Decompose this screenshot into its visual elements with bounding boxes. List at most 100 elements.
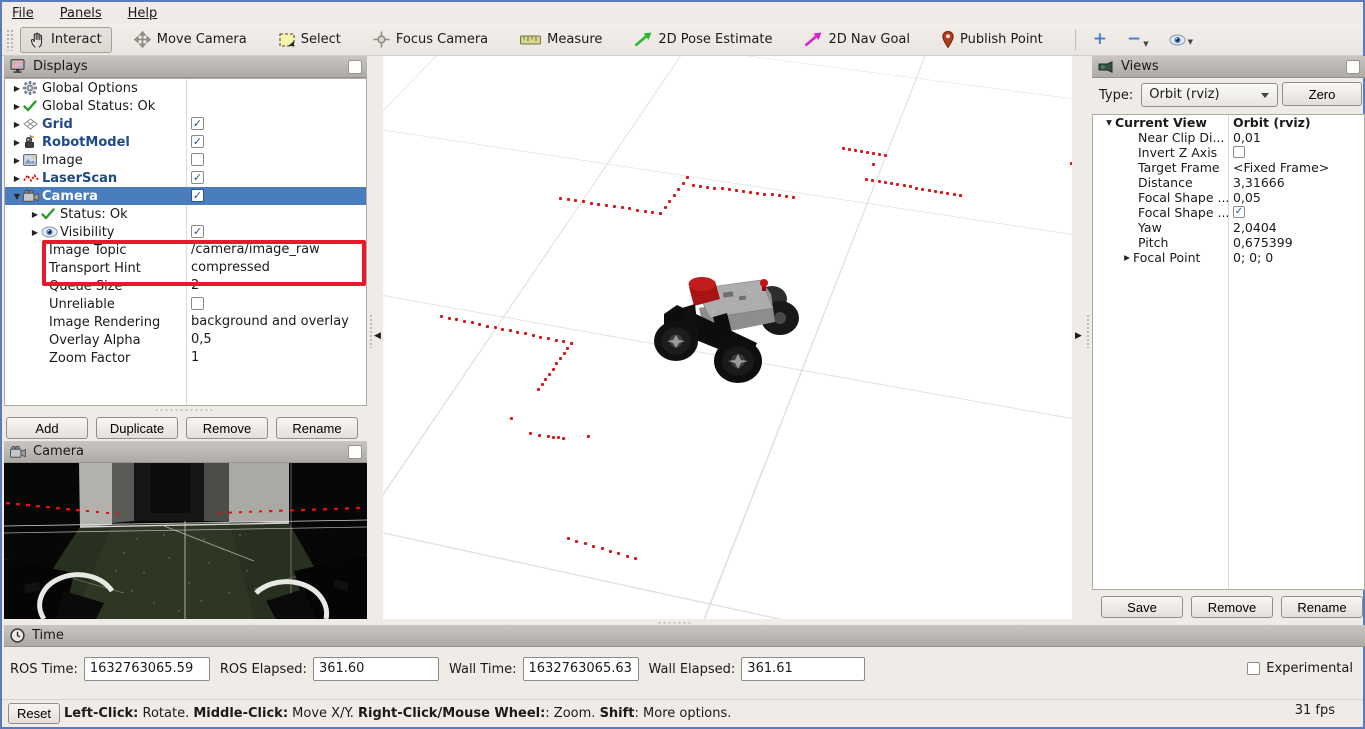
expander-closed-icon[interactable]: ▶ — [11, 156, 23, 165]
menu-file[interactable]: File — [12, 6, 34, 21]
value-checkbox[interactable] — [1233, 146, 1245, 158]
display-row-overlay-alpha[interactable]: Overlay Alpha0,5 — [5, 331, 366, 349]
view-row-yaw[interactable]: Yaw2,0404 — [1093, 220, 1364, 235]
expander-closed-icon[interactable]: ▶ — [11, 120, 23, 129]
enable-checkbox[interactable]: ✓ — [191, 189, 204, 202]
remove-button[interactable]: Remove — [186, 417, 268, 439]
tool-2d-pose-estimate[interactable]: 2D Pose Estimate — [624, 27, 782, 52]
zoom-in-button[interactable]: + — [1086, 30, 1114, 50]
field-input[interactable]: 361.61 — [741, 657, 865, 681]
rename-view-button[interactable]: Rename — [1281, 596, 1363, 618]
rename-button[interactable]: Rename — [276, 417, 358, 439]
expander-closed-icon[interactable]: ▶ — [29, 210, 41, 219]
display-row-visibility[interactable]: ▶Visibility✓ — [5, 223, 366, 241]
zoom-out-button[interactable]: −▼ — [1120, 30, 1156, 50]
view-row-focal-shape-[interactable]: Focal Shape ...✓ — [1093, 205, 1364, 220]
row-value[interactable]: 0,5 — [191, 331, 212, 349]
row-value[interactable]: /camera/image_raw — [191, 241, 320, 259]
tool-select[interactable]: Select — [269, 27, 351, 52]
row-value[interactable]: 3,31666 — [1233, 175, 1285, 190]
tool-move-camera[interactable]: Move Camera — [124, 26, 257, 53]
view-type-combobox[interactable]: Orbit (rviz) — [1141, 83, 1278, 107]
display-row-global-options[interactable]: ▶Global Options — [5, 79, 366, 97]
row-value[interactable]: 2,0404 — [1233, 220, 1277, 235]
duplicate-button[interactable]: Duplicate — [96, 417, 178, 439]
display-row-camera[interactable]: ▼Camera✓ — [5, 187, 366, 205]
view-row-focal-shape-[interactable]: Focal Shape ...0,05 — [1093, 190, 1364, 205]
row-value[interactable]: Orbit (rviz) — [1233, 115, 1311, 130]
toolbar-drag-handle[interactable] — [6, 29, 14, 51]
view-row-current-view[interactable]: ▼Current ViewOrbit (rviz) — [1093, 115, 1364, 130]
expander-closed-icon[interactable]: ▶ — [29, 228, 41, 237]
expander-open-icon[interactable]: ▼ — [11, 192, 23, 201]
row-value[interactable]: 2 — [191, 277, 199, 295]
field-input[interactable]: 1632763065.59 — [84, 657, 210, 681]
value-checkbox[interactable] — [191, 297, 204, 310]
views-tree[interactable]: ▼Current ViewOrbit (rviz)Near Clip Di...… — [1092, 114, 1365, 590]
save-view-button[interactable]: Save — [1101, 596, 1183, 618]
tool-focus-camera[interactable]: Focus Camera — [363, 26, 498, 53]
tool-interact[interactable]: Interact — [20, 27, 112, 53]
value-checkbox[interactable]: ✓ — [1233, 206, 1245, 218]
display-row-image[interactable]: ▶Image — [5, 151, 366, 169]
reset-button[interactable]: Reset — [8, 703, 60, 724]
display-row-status-ok[interactable]: ▶Status: Ok — [5, 205, 366, 223]
display-row-laserscan[interactable]: ▶LaserScan✓ — [5, 169, 366, 187]
row-value[interactable]: 1 — [191, 349, 199, 367]
view-row-pitch[interactable]: Pitch0,675399 — [1093, 235, 1364, 250]
row-value[interactable]: 0,05 — [1233, 190, 1261, 205]
display-row-robotmodel[interactable]: ▶RobotModel✓ — [5, 133, 366, 151]
display-row-image-rendering[interactable]: Image Renderingbackground and overlay — [5, 313, 366, 331]
row-value[interactable]: 0; 0; 0 — [1233, 250, 1273, 265]
remove-view-button[interactable]: Remove — [1191, 596, 1273, 618]
visibility-button[interactable]: ▼ — [1162, 32, 1200, 48]
row-value[interactable]: compressed — [191, 259, 270, 277]
camera-float-button[interactable] — [348, 445, 362, 459]
enable-checkbox[interactable]: ✓ — [191, 135, 204, 148]
tool-publish-point[interactable]: Publish Point — [932, 26, 1053, 53]
tool-2d-nav-goal[interactable]: 2D Nav Goal — [794, 27, 920, 52]
experimental-toggle[interactable]: Experimental — [1247, 661, 1353, 676]
displays-tree[interactable]: ▶Global Options▶Global Status: Ok▶Grid✓▶… — [4, 78, 367, 406]
view-row-near-clip-di-[interactable]: Near Clip Di...0,01 — [1093, 130, 1364, 145]
row-value[interactable]: 0,675399 — [1233, 235, 1293, 250]
display-row-image-topic[interactable]: Image Topic/camera/image_raw — [5, 241, 366, 259]
resize-handle[interactable] — [154, 408, 214, 412]
display-row-grid[interactable]: ▶Grid✓ — [5, 115, 366, 133]
enable-checkbox[interactable]: ✓ — [191, 171, 204, 184]
expander-open-icon[interactable]: ▼ — [1103, 118, 1115, 127]
row-value[interactable]: <Fixed Frame> — [1233, 160, 1329, 175]
display-row-transport-hint[interactable]: Transport Hintcompressed — [5, 259, 366, 277]
experimental-checkbox[interactable] — [1247, 662, 1260, 675]
view-row-focal-point[interactable]: ▶Focal Point0; 0; 0 — [1093, 250, 1364, 265]
menu-panels[interactable]: Panels — [60, 6, 102, 21]
views-float-button[interactable] — [1346, 60, 1360, 74]
enable-checkbox[interactable] — [191, 153, 204, 166]
view-row-invert-z-axis[interactable]: Invert Z Axis — [1093, 145, 1364, 160]
display-row-queue-size[interactable]: Queue Size2 — [5, 277, 366, 295]
display-row-zoom-factor[interactable]: Zoom Factor1 — [5, 349, 366, 367]
row-value[interactable]: background and overlay — [191, 313, 349, 331]
collapse-left-arrow[interactable]: ◀ — [374, 331, 381, 341]
row-value[interactable]: 0,01 — [1233, 130, 1261, 145]
display-row-global-status-ok[interactable]: ▶Global Status: Ok — [5, 97, 366, 115]
expander-closed-icon[interactable]: ▶ — [1121, 253, 1133, 262]
tool-measure[interactable]: Measure — [510, 27, 612, 52]
right-splitter[interactable] — [1086, 314, 1091, 348]
enable-checkbox[interactable]: ✓ — [191, 117, 204, 130]
expander-closed-icon[interactable]: ▶ — [11, 102, 23, 111]
add-button[interactable]: Add — [6, 417, 88, 439]
expander-closed-icon[interactable]: ▶ — [11, 174, 23, 183]
zero-button[interactable]: Zero — [1282, 82, 1362, 106]
view-row-distance[interactable]: Distance3,31666 — [1093, 175, 1364, 190]
displays-float-button[interactable] — [348, 60, 362, 74]
collapse-right-arrow[interactable]: ▶ — [1075, 331, 1082, 341]
enable-checkbox[interactable]: ✓ — [191, 225, 204, 238]
field-input[interactable]: 361.60 — [313, 657, 439, 681]
display-row-unreliable[interactable]: Unreliable — [5, 295, 366, 313]
expander-closed-icon[interactable]: ▶ — [11, 138, 23, 147]
render-view-3d[interactable] — [383, 56, 1072, 619]
field-input[interactable]: 1632763065.63 — [523, 657, 639, 681]
view-row-target-frame[interactable]: Target Frame<Fixed Frame> — [1093, 160, 1364, 175]
menu-help[interactable]: Help — [128, 6, 158, 21]
